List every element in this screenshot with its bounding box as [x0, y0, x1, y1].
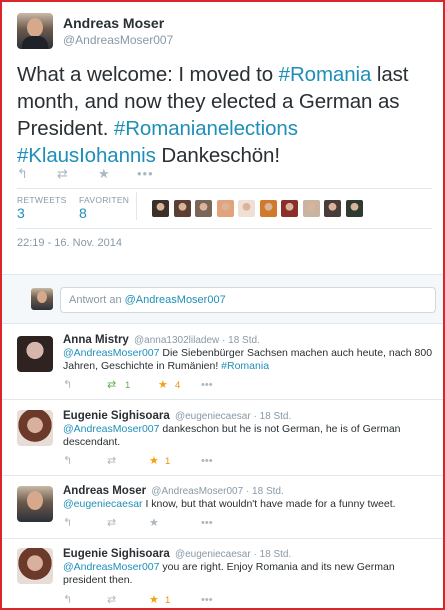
tweet-text-part: What a welcome: I moved to: [17, 63, 279, 86]
more-icon[interactable]: •••: [201, 379, 213, 392]
favorites-count[interactable]: 8: [79, 205, 87, 221]
star-icon[interactable]: ★: [149, 594, 159, 607]
mention-link[interactable]: @eugeniecaesar: [63, 498, 143, 510]
tweet-detail-panel: Andreas Moser @AndreasMoser007 What a we…: [0, 0, 445, 610]
star-icon[interactable]: ★: [149, 517, 159, 530]
hashtag-link[interactable]: #KlausIohannis: [17, 144, 156, 167]
reply-text: @eugeniecaesar I know, but that wouldn't…: [63, 498, 438, 511]
more-icon[interactable]: •••: [201, 455, 213, 468]
retweet-icon[interactable]: ⇄: [57, 166, 68, 182]
retweet-icon[interactable]: ⇄: [107, 379, 116, 392]
reply-tweet[interactable]: Eugenie Sighisoara @eugeniecaesar · 18 S…: [2, 539, 443, 608]
hashtag-link[interactable]: #Romanianelections: [114, 117, 298, 140]
reply-text-part: I know, but that wouldn't have made for …: [142, 498, 396, 510]
mention-link[interactable]: @AndreasMoser007: [63, 347, 159, 359]
stats-separator: [136, 192, 137, 220]
reply-text: @AndreasMoser007 dankeschon but he is no…: [63, 423, 438, 449]
reply-tweet[interactable]: Andreas Moser @AndreasMoser007 · 18 Std.…: [2, 476, 443, 539]
divider: [17, 228, 432, 229]
favoriter-avatar[interactable]: [216, 200, 234, 217]
reply-author: Anna Mistry @anna1302liladew · 18 Std.: [63, 334, 260, 346]
reply-icon[interactable]: ↰: [63, 379, 72, 392]
reply-icon[interactable]: ↰: [63, 594, 72, 607]
retweets-label[interactable]: RETWEETS: [17, 195, 67, 205]
reply-actions: ↰ ⇄ 1 ★ 4 •••: [63, 379, 263, 393]
reply-author-handle[interactable]: @anna1302liladew · 18 Std.: [134, 335, 260, 346]
favoriter-avatar[interactable]: [324, 200, 341, 217]
favoriter-avatar[interactable]: [173, 200, 191, 217]
favorite-count: 4: [175, 380, 181, 391]
favoriter-avatar[interactable]: [302, 200, 320, 217]
reply-author-name[interactable]: Anna Mistry: [63, 334, 129, 346]
reply-avatar[interactable]: [17, 410, 53, 446]
favoriter-avatar[interactable]: [345, 200, 363, 217]
reply-actions: ↰ ⇄ ★ 1 •••: [63, 594, 263, 608]
reply-author: Eugenie Sighisoara @eugeniecaesar · 18 S…: [63, 410, 291, 422]
more-icon[interactable]: •••: [201, 594, 213, 607]
reply-tweet[interactable]: Eugenie Sighisoara @eugeniecaesar · 18 S…: [2, 400, 443, 476]
reply-text: @AndreasMoser007 Die Siebenbürger Sachse…: [63, 347, 438, 373]
favoriter-avatar[interactable]: [281, 200, 298, 217]
reply-actions: ↰ ⇄ ★ 1 •••: [63, 455, 263, 469]
star-icon[interactable]: ★: [149, 455, 159, 468]
reply-avatar[interactable]: [17, 548, 53, 584]
retweet-icon[interactable]: ⇄: [107, 455, 116, 468]
retweet-count: 1: [125, 380, 131, 391]
reply-author-name[interactable]: Eugenie Sighisoara: [63, 548, 170, 560]
reply-icon[interactable]: ↰: [63, 517, 72, 530]
reply-author: Eugenie Sighisoara @eugeniecaesar · 18 S…: [63, 548, 291, 560]
retweet-icon[interactable]: ⇄: [107, 594, 116, 607]
hashtag-link[interactable]: #Romania: [221, 360, 269, 372]
author-handle[interactable]: @AndreasMoser007: [63, 33, 173, 47]
star-icon[interactable]: ★: [158, 379, 168, 392]
favoriter-avatar[interactable]: [195, 200, 212, 217]
reply-text: @AndreasMoser007 you are right. Enjoy Ro…: [63, 561, 438, 587]
reply-composer: Antwort an @AndreasMoser007: [2, 274, 443, 324]
author-name[interactable]: Andreas Moser: [63, 15, 164, 31]
reply-author-handle[interactable]: @AndreasMoser007 · 18 Std.: [151, 486, 283, 497]
reply-author-handle[interactable]: @eugeniecaesar · 18 Std.: [175, 411, 291, 422]
favorites-label[interactable]: FAVORITEN: [79, 195, 129, 205]
more-icon[interactable]: •••: [201, 517, 213, 530]
favoriter-avatar[interactable]: [152, 200, 169, 217]
tweet-text: What a welcome: I moved to #Romania last…: [17, 61, 437, 169]
mention-link[interactable]: @AndreasMoser007: [63, 423, 159, 435]
favorite-count: 1: [165, 595, 171, 606]
tweet-actions: ↰ ⇄ ★ •••: [17, 166, 317, 182]
tweet-timestamp[interactable]: 22:19 - 16. Nov. 2014: [17, 237, 122, 249]
reply-icon[interactable]: ↰: [63, 455, 72, 468]
favorite-count: 1: [165, 456, 171, 467]
reply-avatar[interactable]: [17, 486, 53, 522]
reply-author-name[interactable]: Eugenie Sighisoara: [63, 410, 170, 422]
current-user-avatar: [31, 288, 53, 310]
reply-input[interactable]: Antwort an @AndreasMoser007: [60, 287, 436, 313]
mention-link[interactable]: @AndreasMoser007: [63, 561, 159, 573]
reply-actions: ↰ ⇄ ★ •••: [63, 517, 263, 531]
reply-icon[interactable]: ↰: [17, 166, 28, 182]
reply-mention: @AndreasMoser007: [124, 294, 226, 306]
reply-prefix: Antwort an: [69, 294, 125, 306]
more-icon[interactable]: •••: [137, 166, 154, 182]
author-avatar[interactable]: [17, 13, 53, 49]
hashtag-link[interactable]: #Romania: [279, 63, 372, 86]
star-icon[interactable]: ★: [98, 166, 110, 182]
reply-avatar[interactable]: [17, 336, 53, 372]
reply-author-handle[interactable]: @eugeniecaesar · 18 Std.: [175, 549, 291, 560]
reply-author-name[interactable]: Andreas Moser: [63, 485, 146, 497]
favoriter-avatar[interactable]: [259, 200, 277, 217]
main-tweet: Andreas Moser @AndreasMoser007 What a we…: [2, 2, 443, 274]
divider: [17, 188, 432, 189]
favoriter-avatar[interactable]: [238, 200, 255, 217]
retweets-count[interactable]: 3: [17, 205, 25, 221]
retweet-icon[interactable]: ⇄: [107, 517, 116, 530]
tweet-text-part: Dankeschön!: [155, 144, 280, 167]
reply-author: Andreas Moser @AndreasMoser007 · 18 Std.: [63, 485, 284, 497]
reply-tweet[interactable]: Anna Mistry @anna1302liladew · 18 Std. @…: [2, 324, 443, 400]
